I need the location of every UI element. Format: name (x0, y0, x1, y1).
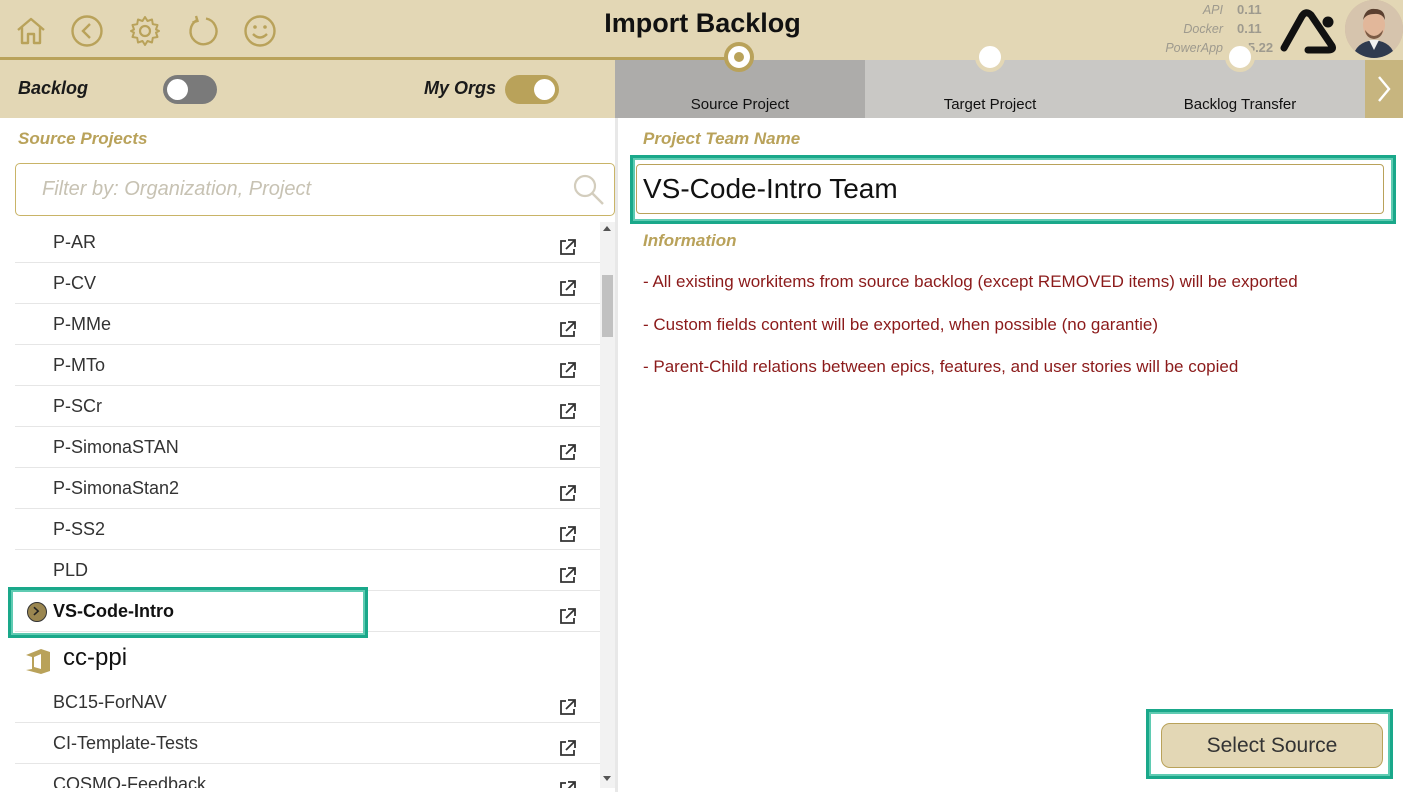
version-label: API (1202, 2, 1223, 17)
version-row-api: API 0.11 (1140, 0, 1265, 19)
project-row[interactable]: P-CV (15, 263, 600, 304)
open-external-icon[interactable] (558, 361, 577, 380)
filter-input[interactable] (16, 164, 556, 214)
source-projects-label: Source Projects (18, 129, 148, 148)
open-external-icon[interactable] (558, 698, 577, 717)
step-indicator-active (724, 42, 754, 72)
version-value: 0.11 (1237, 21, 1262, 36)
scroll-down-arrow[interactable] (603, 776, 611, 781)
team-name-box (636, 164, 1384, 214)
project-row[interactable]: COSMO-Feedback (15, 764, 600, 788)
open-external-icon[interactable] (558, 320, 577, 339)
info-line: - All existing workitems from source bac… (643, 272, 1298, 291)
project-name: P-MMe (53, 314, 111, 334)
step-label: Backlog Transfer (1183, 96, 1297, 113)
project-name: PLD (53, 560, 89, 580)
backlog-toggle[interactable] (163, 75, 217, 104)
project-row[interactable]: P-SimonaStan2 (15, 468, 600, 509)
project-name: BC15-ForNAV (53, 692, 167, 712)
project-name: P-MTo (53, 355, 106, 375)
step-label: Source Project (690, 96, 790, 113)
team-name-label: Project Team Name (643, 129, 801, 148)
back-icon[interactable] (70, 14, 104, 48)
project-name: CI-Template-Tests (53, 733, 199, 753)
step-indicator (975, 42, 1005, 72)
open-external-icon[interactable] (558, 780, 577, 788)
project-row-selected[interactable]: VS-Code-Intro (15, 591, 600, 632)
project-list: P-AR P-CV P-MMe P-MTo P-SCr P-SimonaSTAN P-Sim… (15, 222, 600, 788)
open-external-icon[interactable] (558, 566, 577, 585)
brand-logo (1280, 9, 1336, 54)
open-external-icon[interactable] (558, 739, 577, 758)
project-row[interactable]: P-MTo (15, 345, 600, 386)
open-external-icon[interactable] (558, 484, 577, 503)
select-source-button[interactable]: Select Source (1161, 723, 1383, 768)
project-name: COSMO-Feedback (53, 774, 207, 788)
project-row[interactable]: P-MMe (15, 304, 600, 345)
panel-divider (615, 118, 618, 792)
project-name: P-SimonaStan2 (53, 478, 180, 498)
next-step-button[interactable] (1365, 60, 1403, 118)
chevron-right-icon (1378, 76, 1391, 102)
version-row-docker: Docker 0.11 (1140, 19, 1265, 38)
project-row[interactable]: PLD (15, 550, 600, 591)
version-label: Docker (1183, 21, 1223, 36)
search-icon[interactable] (571, 172, 607, 208)
open-external-icon[interactable] (558, 402, 577, 421)
home-icon[interactable] (14, 14, 48, 48)
info-line: - Parent-Child relations between epics, … (643, 357, 1239, 376)
my-orgs-label: My Orgs (424, 78, 497, 98)
organization-name: cc-ppi (63, 644, 128, 671)
project-name: P-SS2 (53, 519, 106, 539)
project-name: P-SCr (53, 396, 102, 416)
version-label: PowerApp (1165, 40, 1223, 55)
project-row[interactable]: P-SimonaSTAN (15, 427, 600, 468)
scroll-thumb[interactable] (602, 275, 613, 337)
project-name: P-SimonaSTAN (53, 437, 179, 457)
avatar[interactable] (1345, 0, 1403, 58)
open-external-icon[interactable] (558, 607, 577, 626)
project-row[interactable]: P-SS2 (15, 509, 600, 550)
toggle-knob (534, 79, 555, 100)
scroll-up-arrow[interactable] (603, 226, 611, 231)
filter-box (15, 163, 615, 216)
organization-header: cc-ppi (15, 632, 600, 682)
toggle-knob (167, 79, 188, 100)
team-name-input[interactable] (637, 165, 1383, 213)
project-name: P-AR (53, 232, 97, 252)
information-label: Information (643, 231, 737, 250)
open-external-icon[interactable] (558, 525, 577, 544)
project-row[interactable]: BC15-ForNAV (15, 682, 600, 723)
version-value: 0.11 (1237, 2, 1262, 17)
selected-chevron-icon (27, 602, 47, 622)
backlog-label: Backlog (18, 78, 89, 98)
my-orgs-toggle[interactable] (505, 75, 559, 104)
info-line: - Custom fields content will be exported… (643, 315, 1158, 334)
open-external-icon[interactable] (558, 443, 577, 462)
step-indicator (1225, 42, 1255, 72)
step-label: Target Project (943, 96, 1037, 113)
refresh-icon[interactable] (186, 14, 220, 48)
list-scrollbar[interactable] (600, 222, 615, 788)
open-external-icon[interactable] (558, 238, 577, 257)
gear-icon[interactable] (128, 14, 162, 48)
project-row[interactable]: P-SCr (15, 386, 600, 427)
page-title: Import Backlog (604, 8, 801, 38)
open-external-icon[interactable] (558, 279, 577, 298)
project-row[interactable]: CI-Template-Tests (15, 723, 600, 764)
project-name: VS-Code-Intro (53, 601, 174, 621)
smiley-icon[interactable] (243, 14, 277, 48)
azure-devops-icon (26, 649, 50, 674)
project-name: P-CV (53, 273, 97, 293)
project-row[interactable]: P-AR (15, 222, 600, 263)
